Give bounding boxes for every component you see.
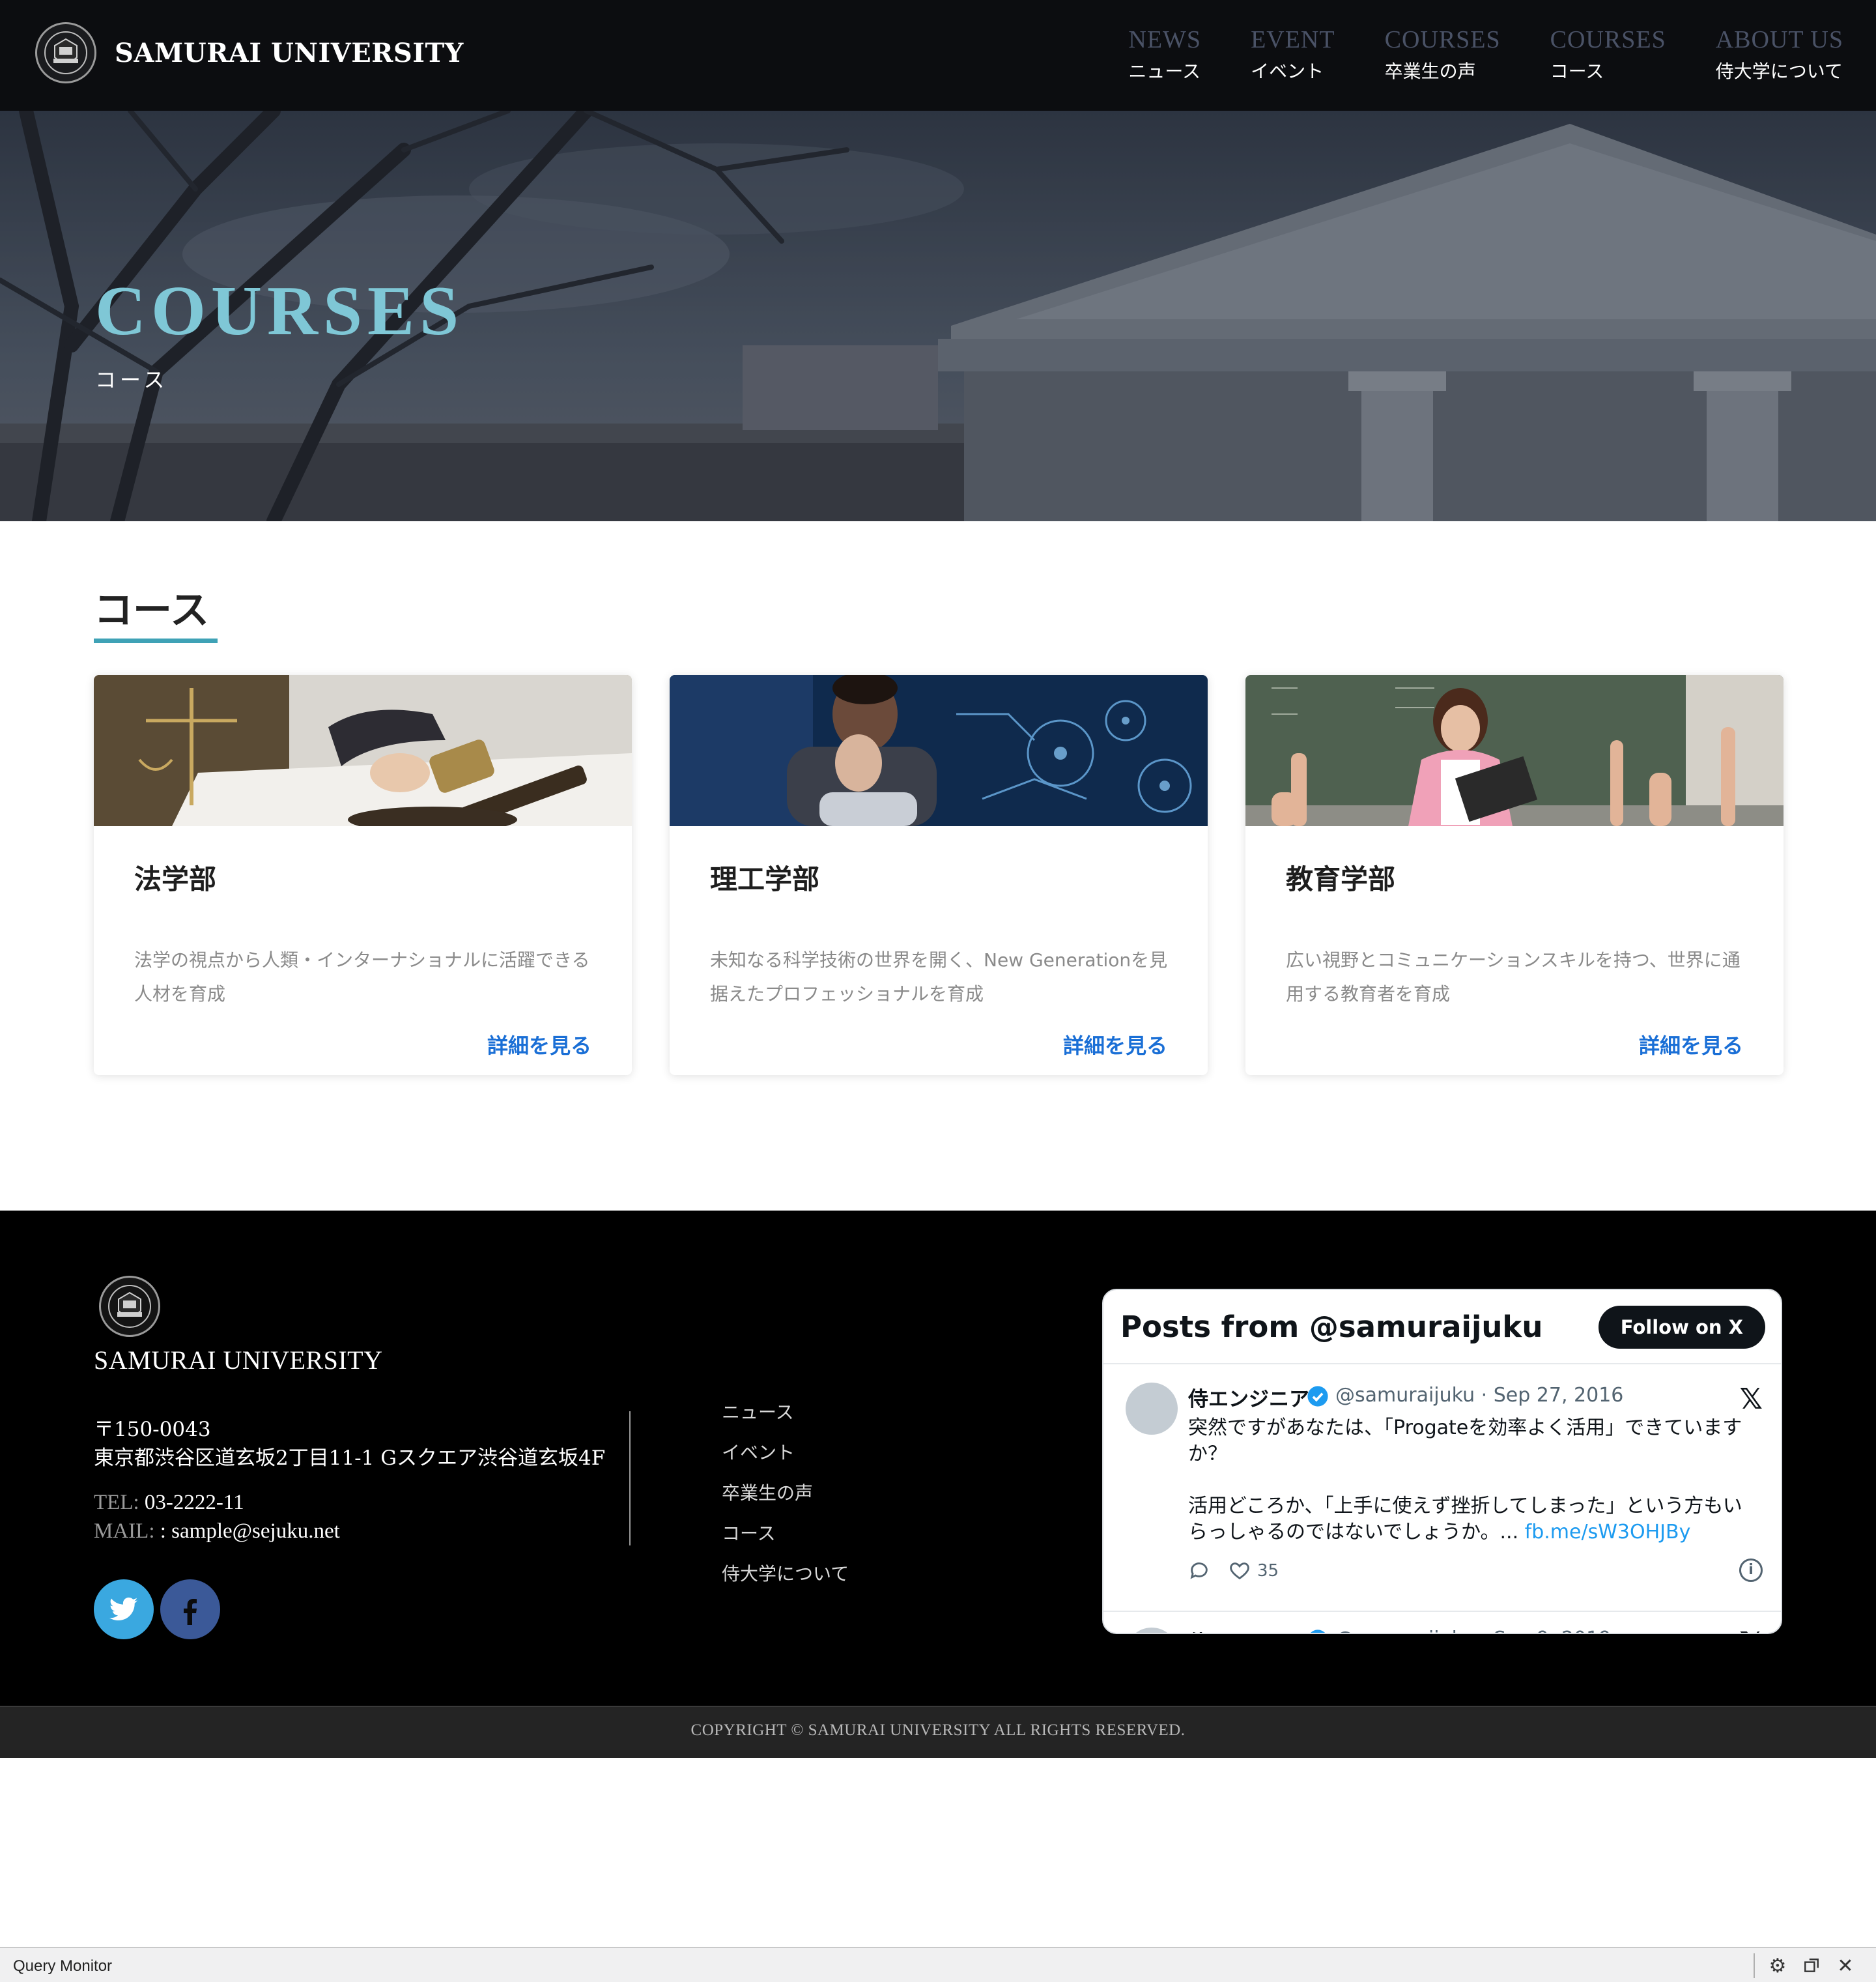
copyright-bar: COPYRIGHT © SAMURAI UNIVERSITY ALL RIGHT… [0, 1706, 1876, 1758]
nav-item-courses[interactable]: COURSES コース [1550, 25, 1666, 85]
gear-icon[interactable]: ⚙ [1765, 1953, 1790, 1978]
course-description: 未知なる科学技術の世界を開く、New Generationを見据えたプロフェッシ… [710, 949, 1168, 1005]
course-detail-link[interactable]: 詳細を見る [487, 1029, 591, 1059]
nav-label-en: ABOUT US [1715, 26, 1843, 53]
x-timeline-widget[interactable]: Posts from @samuraijuku Follow on X 侍エンジ… [1102, 1289, 1782, 1634]
verified-badge-icon [1310, 1630, 1326, 1633]
tweet-actions: 35 [1188, 1560, 1279, 1582]
tweet[interactable]: 侍エンジニア @samuraijuku · Sep 27, 2016 𝕏 突然で… [1103, 1366, 1781, 1612]
avatar[interactable] [1126, 1383, 1178, 1435]
reply-icon[interactable] [1188, 1560, 1210, 1582]
hero-banner: COURSES コース [0, 111, 1876, 521]
tweet-text-line: 活用どころか、「上手に使えず挫折してしまった」という方もい [1188, 1495, 1742, 1517]
avatar[interactable] [1126, 1628, 1178, 1633]
tweet-text-line: か？ [1188, 1443, 1227, 1465]
global-nav: NEWS ニュース EVENT イベント COURSES 卒業生の声 COURS… [1079, 25, 1843, 85]
course-title: 理工学部 [710, 863, 820, 895]
site-footer: SAMURAI UNIVERSITY 〒150-0043 東京都渋谷区道玄坂2丁… [0, 1211, 1876, 1706]
tweet-link[interactable]: fb.me/sW3OHJBy [1525, 1521, 1691, 1544]
tel-value: 03-2222-11 [144, 1491, 244, 1514]
nav-label-en: NEWS [1128, 26, 1202, 53]
facebook-icon[interactable] [160, 1579, 220, 1639]
nav-label-en: EVENT [1251, 26, 1335, 53]
course-card-law: 法学部 法学の視点から人類・インターナショナルに活躍できる人材を育成 詳細を見る [94, 675, 632, 1075]
footer-brand-name: SAMURAI UNIVERSITY [94, 1345, 383, 1375]
footer-divider [629, 1411, 631, 1545]
footer-nav-event[interactable]: イベント [722, 1440, 849, 1480]
nav-label-jp: イベント [1251, 61, 1324, 82]
footer-postal-code: 〒150-0043 [94, 1418, 211, 1441]
tel-label: TEL: [94, 1491, 139, 1514]
follow-on-x-button[interactable]: Follow on X [1598, 1306, 1765, 1349]
university-emblem-logo [35, 22, 96, 83]
nav-label-jp: 卒業生の声 [1384, 61, 1476, 82]
tweet[interactable]: 侍エンジニア @samuraijuku · Sep 9, 2019 𝕏 [1103, 1612, 1781, 1633]
nav-label-en: COURSES [1384, 26, 1501, 53]
footer-mail: MAIL: : sample@sejuku.net [94, 1519, 340, 1544]
close-icon[interactable]: ✕ [1833, 1953, 1858, 1978]
footer-nav-courses[interactable]: コース [722, 1521, 849, 1561]
brand-name: SAMURAI UNIVERSITY [115, 37, 464, 68]
course-title: 法学部 [134, 863, 217, 895]
courses-heading: コース [94, 588, 209, 633]
nav-item-about[interactable]: ABOUT US 侍大学について [1716, 25, 1843, 85]
popout-icon[interactable] [1799, 1953, 1824, 1978]
footer-nav-graduates[interactable]: 卒業生の声 [722, 1480, 849, 1521]
tweet-author-name[interactable]: 侍エンジニア [1188, 1626, 1309, 1633]
query-monitor-bar: Query Monitor ⚙ ✕ [0, 1947, 1876, 1982]
heading-underline [94, 639, 218, 643]
course-image-law [94, 675, 632, 826]
x-logo-icon[interactable]: 𝕏 [1740, 1626, 1763, 1633]
footer-address: 東京都渋谷区道玄坂2丁目11-1 Gスクエア渋谷道玄坂4F [94, 1446, 606, 1470]
hero-subtitle: コース [95, 367, 169, 392]
heart-icon[interactable] [1229, 1560, 1251, 1582]
nav-label-jp: ニュース [1128, 61, 1201, 82]
course-description: 広い視野とコミュニケーションスキルを持つ、世界に通用する教育者を育成 [1286, 949, 1741, 1005]
course-title: 教育学部 [1286, 863, 1396, 895]
nav-item-graduates[interactable]: COURSES 卒業生の声 [1385, 25, 1501, 85]
toolbar-divider [1754, 1953, 1755, 1978]
tweet-handle-date[interactable]: @samuraijuku · Sep 27, 2016 [1335, 1384, 1623, 1407]
verified-badge-icon [1307, 1386, 1328, 1407]
nav-label-en: COURSES [1550, 26, 1666, 53]
x-widget-header: Posts from @samuraijuku Follow on X [1103, 1290, 1781, 1364]
tweet-text-fragment: らっしゃるのではないでしょうか。... [1188, 1521, 1519, 1544]
nav-item-news[interactable]: NEWS ニュース [1128, 25, 1201, 85]
x-logo-icon[interactable]: 𝕏 [1740, 1383, 1763, 1416]
query-monitor-label[interactable]: Query Monitor [13, 1957, 112, 1975]
nav-item-event[interactable]: EVENT イベント [1251, 25, 1335, 85]
hero-title: COURSES [95, 272, 464, 350]
footer-nav-news[interactable]: ニュース [722, 1400, 849, 1440]
x-widget-title: Posts from @samuraijuku [1120, 1310, 1543, 1344]
course-image-science-engineering [670, 675, 1208, 826]
nav-label-jp: コース [1550, 61, 1604, 82]
brand[interactable]: SAMURAI UNIVERSITY [35, 22, 464, 83]
mail-value[interactable]: : sample@sejuku.net [160, 1519, 340, 1543]
course-image-education [1245, 675, 1784, 826]
copyright-text: COPYRIGHT © SAMURAI UNIVERSITY ALL RIGHT… [690, 1721, 1186, 1739]
mail-label: MAIL: [94, 1519, 155, 1543]
footer-nav: ニュース イベント 卒業生の声 コース 侍大学について [722, 1400, 849, 1601]
tweet-handle-date[interactable]: @samuraijuku · Sep 9, 2019 [1335, 1628, 1611, 1633]
course-detail-link[interactable]: 詳細を見る [1063, 1029, 1167, 1059]
course-card-education: 教育学部 広い視野とコミュニケーションスキルを持つ、世界に通用する教育者を育成 … [1245, 675, 1784, 1075]
course-card-science-engineering: 理工学部 未知なる科学技術の世界を開く、New Generationを見据えたプ… [670, 675, 1208, 1075]
course-detail-link[interactable]: 詳細を見る [1639, 1029, 1743, 1059]
footer-nav-about[interactable]: 侍大学について [722, 1561, 849, 1601]
tweet-text-line: 突然ですがあなたは、「Progateを効率よく活用」できています [1188, 1416, 1742, 1439]
site-header: SAMURAI UNIVERSITY NEWS ニュース EVENT イベント … [0, 0, 1876, 111]
tweet-text-line: らっしゃるのではないでしょうか。... fb.me/sW3OHJBy [1188, 1519, 1761, 1545]
course-description: 法学の視点から人類・インターナショナルに活躍できる人材を育成 [134, 949, 590, 1005]
footer-emblem-logo[interactable] [99, 1276, 160, 1337]
nav-label-jp: 侍大学について [1715, 61, 1843, 82]
tweet-author-name[interactable]: 侍エンジニア [1188, 1383, 1309, 1412]
footer-tel: TEL: 03-2222-11 [94, 1491, 244, 1515]
info-icon[interactable]: i [1739, 1558, 1763, 1582]
like-count: 35 [1257, 1561, 1279, 1581]
twitter-icon[interactable] [94, 1579, 154, 1639]
